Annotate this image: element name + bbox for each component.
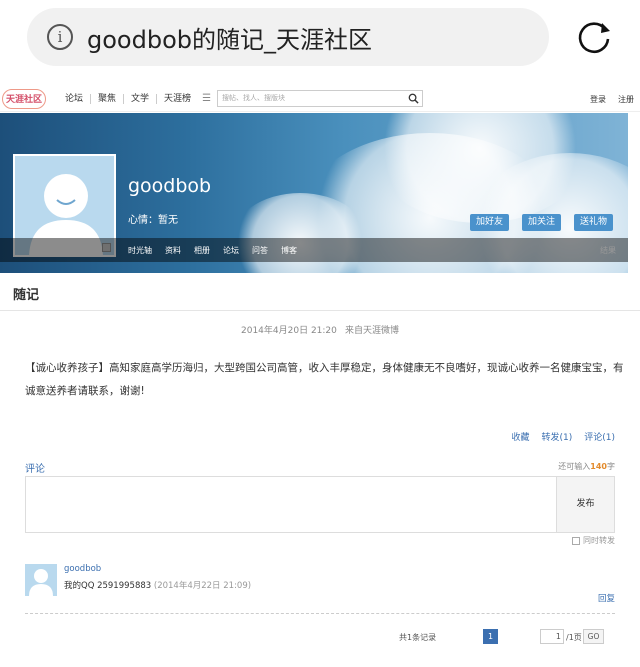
comment-user[interactable]: goodbob bbox=[64, 564, 101, 574]
comment-textarea[interactable]: 发布 bbox=[25, 476, 615, 533]
publish-button[interactable]: 发布 bbox=[556, 477, 614, 532]
pagination-current-page[interactable]: 1 bbox=[483, 629, 498, 644]
nav-links: 论坛 聚焦 文学 天涯榜 bbox=[58, 93, 198, 104]
profile-banner: goodbob 心情：暂无 加好友 加关注 送礼物 时光轴 资料 相册 论坛 问… bbox=[0, 113, 628, 273]
comment-text: 我的QQ 2591995883 (2014年4月22日 21:09) bbox=[64, 579, 251, 591]
menu-icon[interactable]: ☰ bbox=[202, 93, 211, 104]
page-number-input[interactable]: 1 bbox=[540, 629, 564, 644]
forward-link[interactable]: 转发(1) bbox=[542, 430, 573, 443]
char-count: 还可输入140字 bbox=[558, 461, 615, 472]
comment-item: goodbob 我的QQ 2591995883 (2014年4月22日 21:0… bbox=[25, 564, 615, 614]
nav-link-forum[interactable]: 论坛 bbox=[58, 93, 92, 104]
post-source[interactable]: 来自天涯微博 bbox=[345, 323, 399, 336]
register-link[interactable]: 注册 bbox=[618, 94, 634, 105]
tab-forum[interactable]: 论坛 bbox=[223, 245, 239, 256]
reply-link[interactable]: 回复 bbox=[598, 592, 615, 604]
tab-more[interactable]: 结果 bbox=[600, 245, 616, 256]
nav-link-focus[interactable]: 聚焦 bbox=[91, 93, 125, 104]
search-input[interactable]: 搜帖、找人、搜版块 bbox=[217, 90, 423, 107]
info-icon[interactable]: i bbox=[47, 24, 73, 50]
tab-blog[interactable]: 博客 bbox=[281, 245, 297, 256]
also-forward-checkbox[interactable] bbox=[572, 536, 580, 545]
comment-time: (2014年4月22日 21:09) bbox=[153, 581, 252, 591]
page-title: goodbob的随记_天涯社区 bbox=[87, 25, 372, 54]
tab-album[interactable]: 相册 bbox=[194, 245, 210, 256]
comment-link[interactable]: 评论(1) bbox=[584, 430, 615, 443]
follow-button[interactable]: 加关注 bbox=[522, 214, 561, 231]
nav-link-literature[interactable]: 文学 bbox=[124, 93, 158, 104]
char-count-prefix: 还可输入 bbox=[558, 462, 591, 471]
comment-label: 评论 bbox=[25, 464, 45, 475]
tab-qa[interactable]: 问答 bbox=[252, 245, 268, 256]
section-title: 随记 bbox=[13, 288, 40, 303]
avatar-icon bbox=[29, 569, 53, 596]
login-link[interactable]: 登录 bbox=[590, 94, 606, 105]
tab-timeline[interactable]: 时光轴 bbox=[128, 245, 152, 256]
reload-icon[interactable] bbox=[574, 17, 614, 57]
comment-body: 我的QQ 2591995883 bbox=[64, 581, 152, 591]
pagination: 共1条记录 1 1 /1页 GO bbox=[0, 629, 640, 645]
address-bar[interactable]: i goodbob的随记_天涯社区 bbox=[27, 8, 549, 66]
browser-toolbar: i goodbob的随记_天涯社区 bbox=[0, 0, 640, 78]
go-button[interactable]: GO bbox=[583, 629, 604, 644]
profile-username: goodbob bbox=[128, 175, 212, 197]
post-body: 【诚心收养孩子】高知家庭高学历海归，大型跨国公司高管，收入丰厚稳定，身体健康无不… bbox=[25, 362, 624, 397]
send-gift-button[interactable]: 送礼物 bbox=[574, 214, 613, 231]
profile-mood: 心情：暂无 bbox=[128, 215, 178, 226]
post-date: 2014年4月20日 21:20 bbox=[241, 326, 337, 336]
char-count-suffix: 字 bbox=[607, 462, 615, 471]
pagination-of-pages: /1页 bbox=[566, 633, 582, 642]
add-friend-button[interactable]: 加好友 bbox=[470, 214, 509, 231]
nav-link-ranking[interactable]: 天涯榜 bbox=[157, 94, 198, 104]
site-logo[interactable]: 天涯社区 bbox=[2, 88, 46, 109]
profile-tabs: 时光轴 资料 相册 论坛 问答 博客 结果 bbox=[0, 238, 628, 262]
section-header: 随记 bbox=[0, 273, 640, 311]
site-nav: 天涯社区 论坛 聚焦 文学 天涯榜 ☰ 搜帖、找人、搜版块 登录 注册 bbox=[0, 86, 640, 112]
collect-link[interactable]: 收藏 bbox=[511, 430, 529, 443]
search-icon[interactable] bbox=[408, 93, 419, 104]
pagination-total: 共1条记录 bbox=[399, 633, 437, 642]
search-placeholder: 搜帖、找人、搜版块 bbox=[222, 94, 285, 102]
post-actions: 收藏 转发(1) 评论(1) bbox=[511, 430, 615, 443]
auth-links: 登录 注册 bbox=[590, 94, 634, 105]
tab-profile[interactable]: 资料 bbox=[165, 245, 181, 256]
avatar[interactable] bbox=[25, 564, 57, 596]
also-forward-label: 同时转发 bbox=[583, 536, 615, 545]
char-count-number: 140 bbox=[590, 462, 607, 471]
also-forward-option[interactable]: 同时转发 bbox=[572, 535, 615, 546]
